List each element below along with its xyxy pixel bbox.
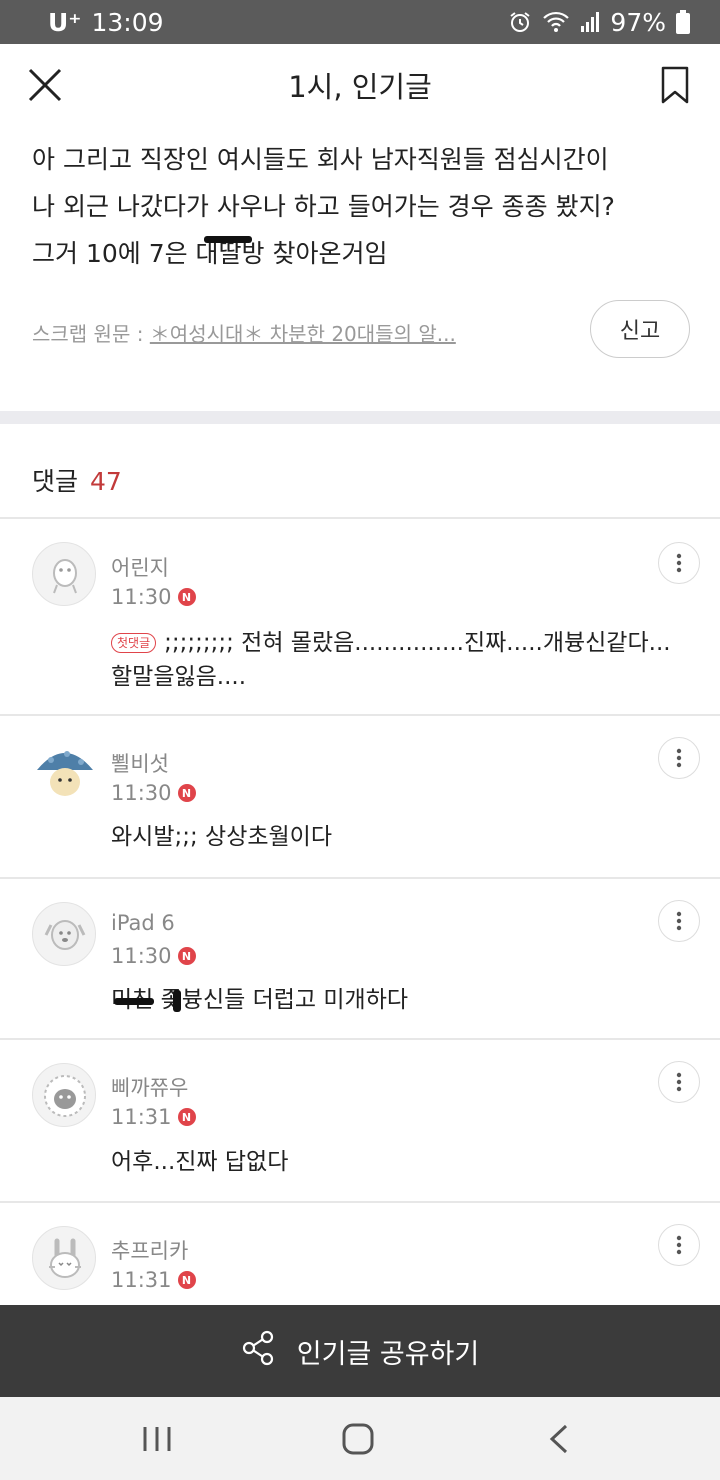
share-label: 인기글 공유하기 [296, 1338, 480, 1370]
wifi-icon [542, 11, 570, 33]
battery-percent: 97% [610, 7, 666, 37]
new-badge: N [177, 1108, 196, 1126]
more-options-button[interactable] [658, 737, 700, 779]
more-options-button[interactable] [658, 900, 700, 942]
mushroom-avatar[interactable] [32, 739, 96, 803]
comment-time: 11:30 N [111, 944, 196, 968]
dog-avatar[interactable] [32, 902, 96, 966]
censor-mark [173, 990, 181, 1012]
comments-header: 댓글 47 [32, 462, 122, 498]
comment-text: 어후...진짜 답없다 [111, 1149, 289, 1175]
comment-text: 와시발;;; 상상초월이다 [111, 824, 332, 850]
battery-icon [676, 10, 690, 34]
comment-item: 어린지 11:30 N 첫댓글;;;;;;;;; 전혀 몰랐음.........… [0, 518, 720, 714]
more-options-button[interactable] [658, 542, 700, 584]
comment-item: 추프리카 11:31 N [0, 1202, 720, 1305]
more-vertical-icon [676, 748, 682, 768]
article-text: 아 그리고 직장인 여시들도 회사 남자직원들 점심시간이 나 외근 나갔다가 … [32, 145, 615, 268]
top-header: 1시, 인기글 [0, 44, 720, 126]
rabbit-avatar[interactable] [32, 1226, 96, 1290]
sheep-avatar[interactable] [32, 1063, 96, 1127]
new-badge: N [177, 588, 196, 606]
comment-author[interactable]: 뾜비섯 [111, 748, 169, 778]
comment-item: 삐까쮸우 11:31 N 어후...진짜 답없다 [0, 1039, 720, 1201]
comment-text: 첫댓글;;;;;;;;; 전혀 몰랐음...............진짜....… [111, 626, 691, 694]
comment-body: ;;;;;;;;; 전혀 몰랐음...............진짜.....개븅… [111, 630, 671, 690]
more-vertical-icon [676, 553, 682, 573]
comment-time: 11:31 N [111, 1268, 196, 1292]
scrap-source: 스크랩 원문 : ＊여성시대＊ 차분한 20대들의 알... [32, 318, 456, 347]
comment-time: 11:30 N [111, 781, 196, 805]
censor-mark [204, 236, 252, 243]
report-button[interactable]: 신고 [590, 300, 690, 358]
close-icon[interactable] [26, 66, 64, 104]
home-icon[interactable] [338, 1421, 378, 1457]
comment-item: 뾜비섯 11:30 N 와시발;;; 상상초월이다 [0, 715, 720, 877]
back-icon[interactable] [540, 1421, 580, 1457]
new-badge: N [177, 1271, 196, 1289]
new-badge: N [177, 947, 196, 965]
comment-time-text: 11:30 [111, 585, 172, 609]
section-divider [0, 411, 720, 424]
recent-apps-icon[interactable] [137, 1421, 177, 1457]
comments-count: 47 [89, 467, 122, 496]
signal-icon [580, 11, 600, 33]
clock: 13:09 [91, 7, 164, 37]
page-title: 1시, 인기글 [288, 70, 432, 104]
comments-label: 댓글 [32, 467, 79, 496]
new-badge: N [177, 784, 196, 802]
censor-mark [114, 998, 154, 1005]
comment-author[interactable]: iPad 6 [111, 911, 175, 935]
comment-time-text: 11:30 [111, 781, 172, 805]
more-vertical-icon [676, 1072, 682, 1092]
scrap-link[interactable]: ＊여성시대＊ 차분한 20대들의 알... [150, 322, 456, 346]
share-popular-post-button[interactable]: 인기글 공유하기 [0, 1305, 720, 1397]
comment-time-text: 11:31 [111, 1268, 172, 1292]
alarm-icon [508, 10, 532, 34]
comment-time-text: 11:30 [111, 944, 172, 968]
comment-author[interactable]: 삐까쮸우 [111, 1072, 188, 1102]
more-options-button[interactable] [658, 1061, 700, 1103]
scrap-label: 스크랩 원문 : [32, 322, 144, 346]
comment-item: iPad 6 11:30 N 미친 좆븅신들 더럽고 미개하다 [0, 878, 720, 1038]
share-icon [241, 1330, 275, 1373]
comment-author[interactable]: 추프리카 [111, 1235, 188, 1265]
bookmark-icon[interactable] [660, 66, 690, 104]
system-nav-bar [0, 1397, 720, 1480]
first-comment-badge: 첫댓글 [111, 633, 157, 653]
comment-text: 미친 좆븅신들 더럽고 미개하다 [111, 987, 409, 1013]
carrier-label: U⁺ [48, 7, 82, 37]
status-bar: U⁺ 13:09 97% [0, 0, 720, 44]
more-vertical-icon [676, 1235, 682, 1255]
comment-time: 11:30 N [111, 585, 196, 609]
comment-time: 11:31 N [111, 1105, 196, 1129]
more-options-button[interactable] [658, 1224, 700, 1266]
article-body: 아 그리고 직장인 여시들도 회사 남자직원들 점심시간이 나 외근 나갔다가 … [0, 126, 720, 411]
comment-author[interactable]: 어린지 [111, 552, 169, 582]
ghost-avatar[interactable] [32, 542, 96, 606]
more-vertical-icon [676, 911, 682, 931]
comment-time-text: 11:31 [111, 1105, 172, 1129]
